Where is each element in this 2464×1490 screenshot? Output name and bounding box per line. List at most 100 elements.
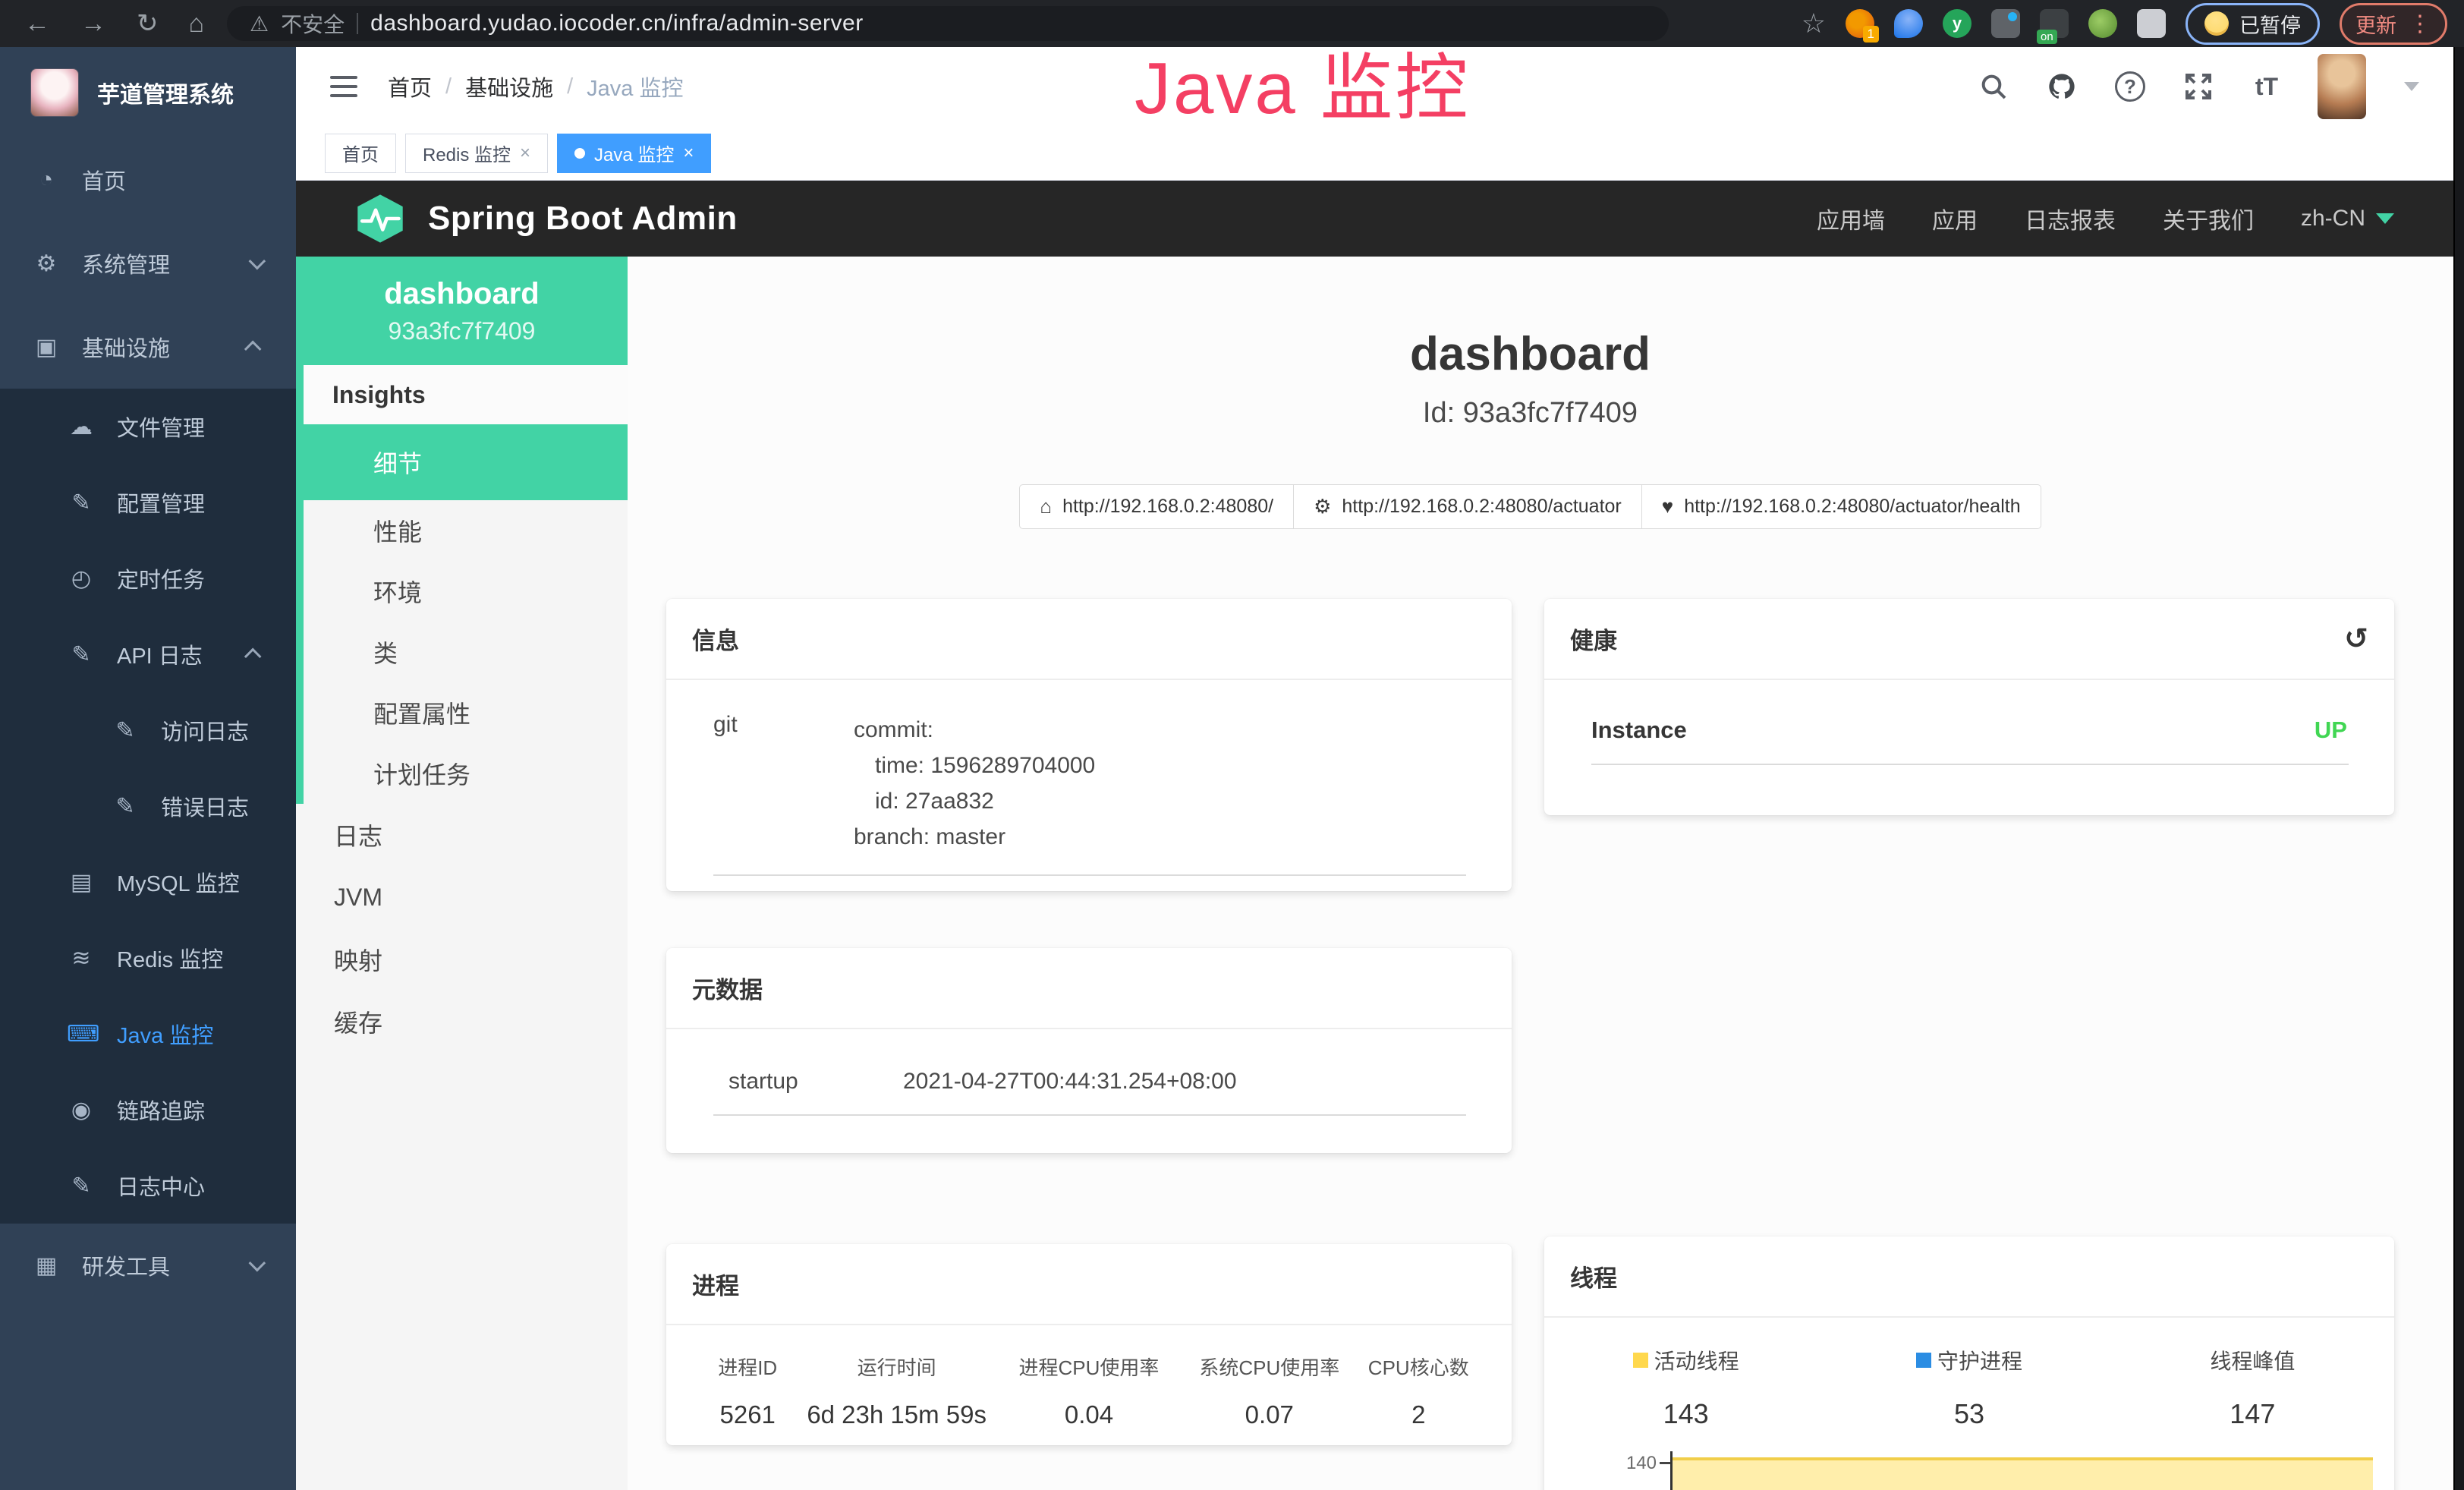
actuator-url-button[interactable]: ⚙ http://192.168.0.2:48080/actuator xyxy=(1293,484,1642,529)
sba-item-details[interactable]: 细节 xyxy=(304,424,628,500)
sidebar-item-scheduled-jobs[interactable]: ◴ 定时任务 xyxy=(0,540,296,616)
sidebar-item-infrastructure[interactable]: ▣ 基础设施 xyxy=(0,305,296,389)
tab-home[interactable]: 首页 xyxy=(325,134,396,173)
history-icon[interactable]: ↺ xyxy=(2344,625,2368,654)
reload-icon[interactable]: ↻ xyxy=(137,11,159,36)
close-icon[interactable]: × xyxy=(683,143,694,164)
process-table: 进程ID 运行时间 进程CPU使用率 系统CPU使用率 CPU核心数 5261 … xyxy=(666,1325,1512,1429)
sidebar-item-label: 错误日志 xyxy=(161,790,249,822)
sba-item-mappings[interactable]: 映射 xyxy=(296,928,628,991)
breadcrumb-home[interactable]: 首页 xyxy=(388,71,432,102)
sba-item-metrics[interactable]: 性能 xyxy=(304,500,628,561)
sba-locale-select[interactable]: zh-CN xyxy=(2301,206,2394,232)
service-url-button[interactable]: ⌂ http://192.168.0.2:48080/ xyxy=(1019,484,1294,529)
process-card: 进程 进程ID 运行时间 进程CPU使用率 系统CPU使用率 CPU核心数 xyxy=(666,1244,1512,1445)
sidebar-item-label: 系统管理 xyxy=(82,247,170,279)
log-icon: ✎ xyxy=(67,641,96,668)
extension-switch-icon[interactable]: on xyxy=(2040,9,2069,38)
sba-nav-journal[interactable]: 日志报表 xyxy=(2025,202,2116,235)
monitor-chart-icon: ▣ xyxy=(32,334,61,361)
metadata-row-value: 2021-04-27T00:44:31.254+08:00 xyxy=(903,1069,1237,1095)
sba-item-environment[interactable]: 环境 xyxy=(304,561,628,622)
sidebar-item-config-mgmt[interactable]: ✎ 配置管理 xyxy=(0,465,296,540)
sidebar-item-error-logs[interactable]: ✎ 错误日志 xyxy=(0,768,296,844)
tab-label: Java 监控 xyxy=(594,140,674,166)
tab-java-monitor[interactable]: Java 监控 × xyxy=(557,134,711,173)
sba-item-jvm[interactable]: JVM xyxy=(296,866,628,928)
annotation-java-monitor: Java 监控 xyxy=(1134,29,1470,134)
tab-redis-monitor[interactable]: Redis 监控 × xyxy=(405,134,548,173)
extension-y-icon[interactable]: y xyxy=(1943,9,1972,38)
browser-update-button[interactable]: 更新 ⋮ xyxy=(2340,3,2447,45)
sba-nav-about[interactable]: 关于我们 xyxy=(2163,202,2254,235)
sba-nav-applications[interactable]: 应用 xyxy=(1932,202,1978,235)
sidebar-item-home[interactable]: ◔ 首页 xyxy=(0,138,296,222)
back-icon[interactable]: ← xyxy=(24,11,50,36)
eye-icon: ◉ xyxy=(67,1097,96,1123)
health-card-title: 健康 xyxy=(1570,622,1617,656)
sidebar-item-tracing[interactable]: ◉ 链路追踪 xyxy=(0,1072,296,1148)
info-card: 信息 git commit: time: 1596289704000 id: 2… xyxy=(666,599,1512,891)
browser-menu-dots-icon[interactable]: ⋮ xyxy=(2409,11,2431,37)
user-avatar[interactable] xyxy=(2318,54,2366,119)
legend-peak-value: 147 xyxy=(2111,1398,2394,1430)
sidebar-item-dev-tools[interactable]: ▦ 研发工具 xyxy=(0,1224,296,1307)
sidebar-collapse-icon[interactable] xyxy=(330,76,357,97)
layers-icon: ≋ xyxy=(67,945,96,972)
home-icon[interactable]: ⌂ xyxy=(189,11,205,36)
sba-instance-header[interactable]: dashboard 93a3fc7f7409 xyxy=(296,257,628,365)
github-icon[interactable] xyxy=(2044,69,2079,104)
sba-nav-wallboard[interactable]: 应用墙 xyxy=(1817,202,1885,235)
sba-item-scheduled-tasks[interactable]: 计划任务 xyxy=(304,743,628,804)
profile-paused-badge[interactable]: 已暂停 xyxy=(2186,3,2320,45)
health-url-button[interactable]: ♥ http://192.168.0.2:48080/actuator/heal… xyxy=(1641,484,2041,529)
sidebar-item-java-monitor[interactable]: ⌨ Java 监控 xyxy=(0,996,296,1072)
search-icon[interactable] xyxy=(1976,69,2011,104)
breadcrumb-infrastructure[interactable]: 基础设施 xyxy=(465,71,553,102)
gauge-icon: ◔ xyxy=(32,167,61,193)
app-main: 首页 / 基础设施 / Java 监控 ? tT xyxy=(296,47,2453,1490)
info-row-value: commit: time: 1596289704000 id: 27aa832 … xyxy=(854,712,1466,855)
sidebar-item-access-logs[interactable]: ✎ 访问日志 xyxy=(0,692,296,768)
sba-item-logs[interactable]: 日志 xyxy=(296,804,628,866)
extension-badge: 1 xyxy=(1863,26,1879,43)
extension-grid-icon[interactable] xyxy=(1991,9,2020,38)
sidebar-item-label: 定时任务 xyxy=(117,562,205,594)
sidebar-item-file-mgmt[interactable]: ☁ 文件管理 xyxy=(0,389,296,465)
app-title: 芋道管理系统 xyxy=(97,76,234,109)
sidebar-item-api-logs[interactable]: ✎ API 日志 xyxy=(0,616,296,692)
sidebar-item-log-center[interactable]: ✎ 日志中心 xyxy=(0,1148,296,1224)
extension-leaf-icon[interactable] xyxy=(2088,9,2117,38)
help-icon[interactable]: ? xyxy=(2113,69,2148,104)
col-header-system-cpu: 系统CPU使用率 xyxy=(1183,1353,1355,1381)
forward-icon[interactable]: → xyxy=(80,11,106,36)
sidebar-item-redis-monitor[interactable]: ≋ Redis 监控 xyxy=(0,920,296,996)
metadata-card-body: startup 2021-04-27T00:44:31.254+08:00 xyxy=(666,1029,1512,1095)
log-icon: ✎ xyxy=(67,1173,96,1199)
chevron-down-icon xyxy=(249,1255,266,1272)
bookmark-star-icon[interactable]: ☆ xyxy=(1802,8,1826,39)
sidebar-item-mysql-monitor[interactable]: ▤ MySQL 监控 xyxy=(0,844,296,920)
sidebar-item-system-mgmt[interactable]: ⚙ 系统管理 xyxy=(0,222,296,305)
extensions-puzzle-icon[interactable] xyxy=(2137,9,2166,38)
font-size-icon[interactable]: tT xyxy=(2249,69,2284,104)
value-system-cpu: 0.07 xyxy=(1183,1400,1355,1429)
metadata-card: 元数据 startup 2021-04-27T00:44:31.254+08:0… xyxy=(666,948,1512,1153)
sba-locale-label: zh-CN xyxy=(2301,206,2365,232)
sba-item-classes[interactable]: 类 xyxy=(304,622,628,682)
fullscreen-icon[interactable] xyxy=(2181,69,2216,104)
info-card-title: 信息 xyxy=(666,599,1512,680)
legend-daemon-threads: 守护进程 53 xyxy=(1827,1345,2110,1430)
not-secure-warning-icon: ⚠ xyxy=(250,11,269,36)
sba-item-caches[interactable]: 缓存 xyxy=(296,991,628,1053)
scrollbar[interactable] xyxy=(2453,47,2464,1490)
screen: ← → ↻ ⌂ ⚠ 不安全 dashboard.yudao.iocoder.cn… xyxy=(0,0,2464,1490)
extension-orange-icon[interactable]: 1 xyxy=(1846,9,1874,38)
not-secure-label: 不安全 xyxy=(281,8,345,39)
close-icon[interactable]: × xyxy=(520,143,530,164)
avatar-caret-icon[interactable] xyxy=(2404,82,2419,91)
sba-item-config-props[interactable]: 配置属性 xyxy=(304,682,628,743)
page-subtitle-id: Id: 93a3fc7f7409 xyxy=(666,397,2394,430)
app-sidebar: 芋道管理系统 ◔ 首页 ⚙ 系统管理 ▣ 基础设施 ☁ 文件管理 ✎ 配置管理 xyxy=(0,47,296,1490)
extension-pin-icon[interactable] xyxy=(1894,9,1923,38)
